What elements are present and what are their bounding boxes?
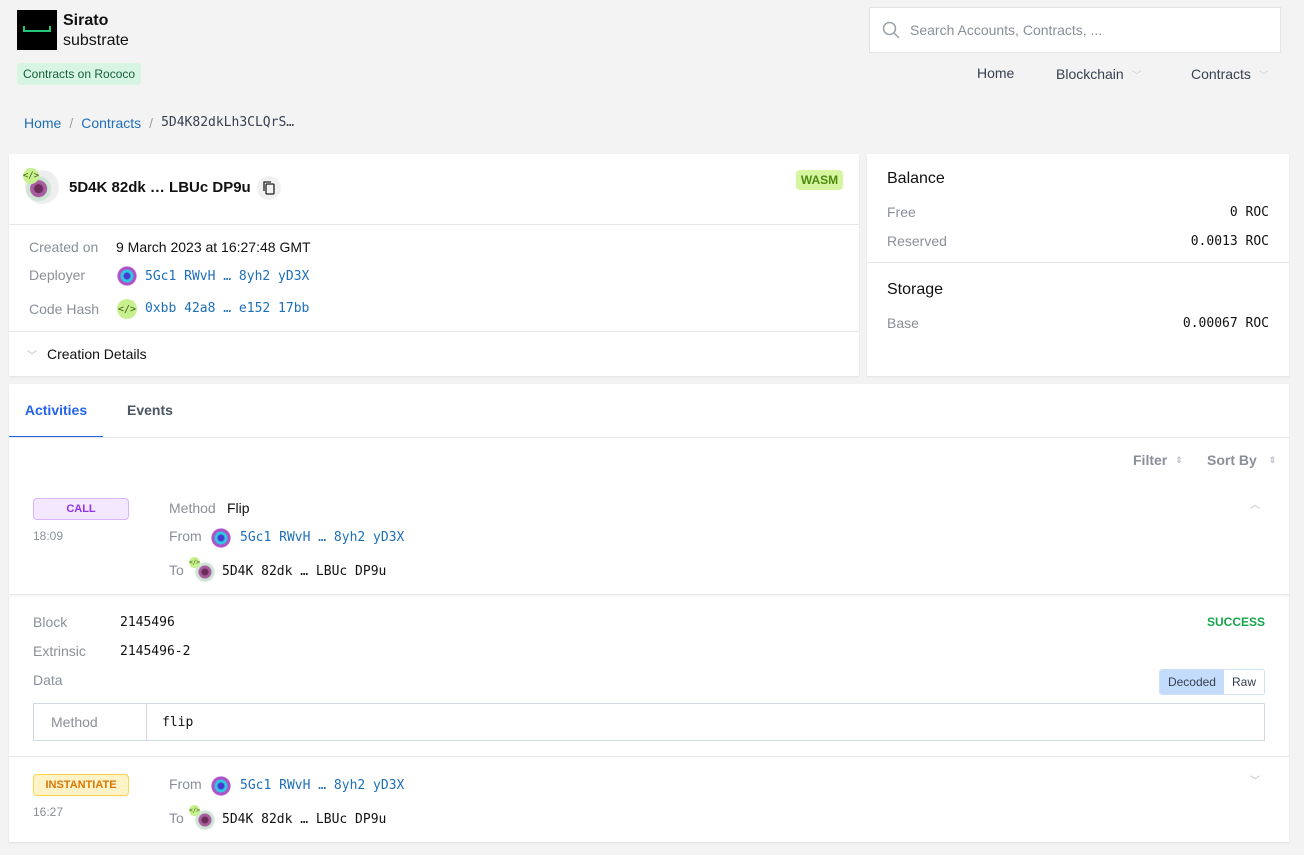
breadcrumb: Home / Contracts / 5D4K82dkLh3CLQrS… xyxy=(24,115,294,131)
breadcrumb-current: 5D4K82dkLh3CLQrS… xyxy=(161,115,295,130)
contract-address: 5D4K 82dk … LBUc DP9u xyxy=(69,179,251,196)
codehash-link[interactable]: 0xbb 42a8 … e152 17bb xyxy=(145,301,309,316)
filter-select[interactable]: Filter ⇕ xyxy=(1133,452,1183,468)
brand-name: Sirato xyxy=(63,12,109,29)
filter-label: Filter xyxy=(1133,452,1168,468)
code-icon: </> xyxy=(189,557,200,568)
method-label: Method xyxy=(169,500,216,516)
logo-icon xyxy=(23,26,51,32)
raw-button[interactable]: Raw xyxy=(1223,670,1264,694)
to-label: To xyxy=(169,810,184,826)
block-label: Block xyxy=(33,614,68,630)
data-table: Method flip xyxy=(33,703,1265,741)
extrinsic-value: 2145496-2 xyxy=(120,644,191,659)
to-value: 5D4K 82dk … LBUc DP9u xyxy=(222,812,387,827)
from-link[interactable]: 5Gc1 RWvH … 8yh2 yD3X xyxy=(240,530,404,545)
call-badge: CALL xyxy=(33,498,129,520)
created-value: 9 March 2023 at 16:27:48 GMT xyxy=(116,239,311,255)
code-icon: </> xyxy=(189,805,200,816)
view-toggle: Decoded Raw xyxy=(1158,669,1265,695)
tab-activities[interactable]: Activities xyxy=(9,384,103,438)
breadcrumb-home[interactable]: Home xyxy=(24,115,61,131)
code-icon: </> xyxy=(117,299,137,319)
method-value: Flip xyxy=(227,500,250,516)
chevron-down-icon: ﹀ xyxy=(1131,70,1142,82)
deployer-link[interactable]: 5Gc1 RWvH … 8yh2 yD3X xyxy=(145,269,309,284)
nav-home[interactable]: Home xyxy=(977,65,1014,81)
storage-title: Storage xyxy=(887,281,944,298)
nav-blockchain-label: Blockchain xyxy=(1056,66,1124,82)
brand-sub: substrate xyxy=(63,32,129,49)
data-label: Data xyxy=(33,672,63,688)
extrinsic-label: Extrinsic xyxy=(33,643,86,659)
base-value: 0.00067 ROC xyxy=(1182,316,1269,331)
activities-panel: Activities Events Filter ⇕ Sort By ⇕ CALL … xyxy=(9,384,1289,842)
base-label: Base xyxy=(887,315,919,331)
status-badge: SUCCESS xyxy=(1206,615,1265,629)
sort-label: Sort By xyxy=(1207,452,1257,468)
decoded-button[interactable]: Decoded xyxy=(1159,670,1224,694)
balance-card: Balance Free 0 ROC Reserved 0.0013 ROC S… xyxy=(867,154,1289,376)
breadcrumb-sep: / xyxy=(149,115,154,131)
tab-events[interactable]: Events xyxy=(127,402,173,418)
to-value: 5D4K 82dk … LBUc DP9u xyxy=(222,564,387,579)
nav-contracts-label: Contracts xyxy=(1191,66,1251,82)
deployer-label: Deployer xyxy=(29,267,86,283)
nav-contracts[interactable]: Contracts ﹀ xyxy=(1191,66,1269,82)
to-label: To xyxy=(169,562,184,578)
activity-time: 16:27 xyxy=(33,805,64,819)
reserved-value: 0.0013 ROC xyxy=(1190,234,1269,249)
updown-icon: ⇕ xyxy=(1175,454,1183,465)
instantiate-badge: INSTANTIATE xyxy=(33,774,129,796)
block-value: 2145496 xyxy=(120,615,175,630)
contract-identicon: </> xyxy=(23,168,59,207)
code-icon: </> xyxy=(23,168,39,184)
sort-select[interactable]: Sort By ⇕ xyxy=(1207,452,1276,468)
creation-details-label: Creation Details xyxy=(47,346,147,362)
free-label: Free xyxy=(887,204,916,220)
copy-button[interactable] xyxy=(257,176,281,200)
creation-details-toggle[interactable]: ﹀ Creation Details xyxy=(27,346,147,362)
nav-home-label: Home xyxy=(977,65,1015,81)
brand: Sirato substrate xyxy=(63,11,129,51)
balance-title: Balance xyxy=(887,170,945,187)
from-identicon xyxy=(211,776,231,796)
from-label: From xyxy=(169,528,202,544)
search-input[interactable]: Search Accounts, Contracts, ... xyxy=(869,7,1281,53)
reserved-label: Reserved xyxy=(887,233,947,249)
copy-icon xyxy=(263,181,275,195)
deployer-identicon xyxy=(117,266,137,286)
activity-details: Block 2145496 Extrinsic 2145496-2 Data S… xyxy=(9,594,1289,757)
updown-icon: ⇕ xyxy=(1268,454,1277,465)
breadcrumb-sep: / xyxy=(69,115,74,131)
chevron-down-icon: ﹀ xyxy=(1258,70,1269,82)
arg-key: Method xyxy=(34,704,147,740)
from-identicon xyxy=(211,528,231,548)
breadcrumb-contracts[interactable]: Contracts xyxy=(81,115,141,131)
search-placeholder: Search Accounts, Contracts, ... xyxy=(910,22,1103,38)
search-icon xyxy=(882,21,900,39)
free-value: 0 ROC xyxy=(1229,205,1269,220)
wasm-badge: WASM xyxy=(796,170,843,190)
chevron-down-icon: ﹀ xyxy=(27,350,37,362)
activity-time: 18:09 xyxy=(33,529,64,543)
network-badge: Contracts on Rococo xyxy=(17,63,142,85)
from-label: From xyxy=(169,776,202,792)
arg-value: flip xyxy=(162,714,194,730)
chevron-up-icon[interactable]: ︿ xyxy=(1250,496,1260,511)
created-label: Created on xyxy=(29,239,99,255)
sirato-logo[interactable] xyxy=(17,10,57,50)
chevron-down-icon[interactable]: ﹀ xyxy=(1250,772,1260,787)
from-link[interactable]: 5Gc1 RWvH … 8yh2 yD3X xyxy=(240,778,404,793)
contract-card: </> 5D4K 82dk … LBUc DP9u WASM Created o… xyxy=(9,154,859,376)
codehash-label: Code Hash xyxy=(29,301,100,317)
nav-blockchain[interactable]: Blockchain ﹀ xyxy=(1056,66,1142,82)
